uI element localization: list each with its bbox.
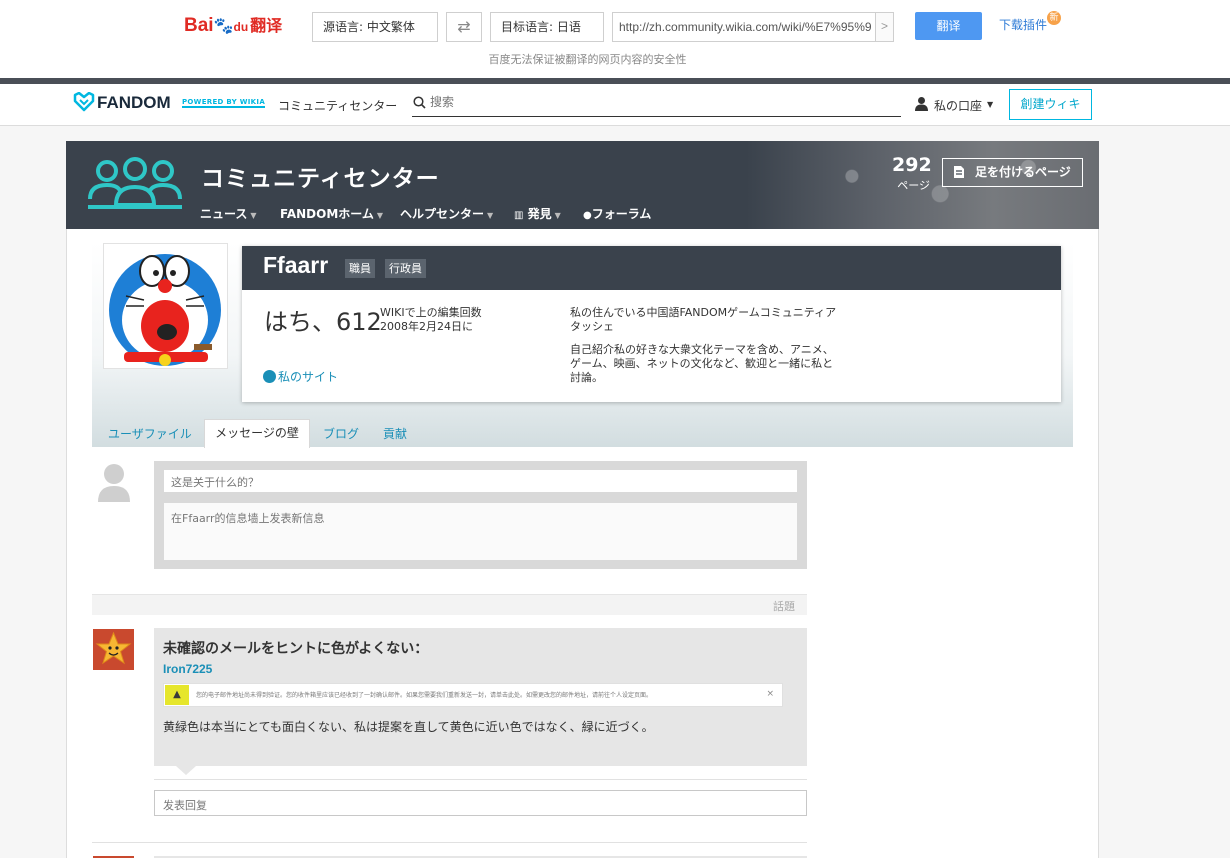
caret-down-icon: ▼ xyxy=(250,211,257,220)
swap-icon: ⇄ xyxy=(457,17,471,36)
search-icon[interactable] xyxy=(413,96,426,109)
community-people-icon[interactable] xyxy=(86,155,184,211)
nav-news[interactable]: ニュース ▼ xyxy=(200,205,257,222)
warning-icon: ▲ xyxy=(165,685,189,705)
url-input[interactable]: http://zh.community.wikia.com/wiki/%E7%9… xyxy=(612,12,894,42)
close-icon: × xyxy=(766,689,774,699)
message-title-input[interactable]: 这是关于什么的？ xyxy=(163,469,798,493)
baidu-fanyi-logo[interactable]: Bai🐾du 翻译 xyxy=(184,12,282,37)
nav-help-center[interactable]: ヘルプセンター ▼ xyxy=(400,205,493,222)
bio-about: 自己紹介私の好きな大衆文化テーマを含め、アニメ、ゲーム、映画、ネットの文化など、… xyxy=(570,343,834,384)
book-icon: ▥ xyxy=(514,210,524,221)
baidu-paw-icon: 🐾 xyxy=(213,18,234,35)
community-center-link[interactable]: コミュニティセンター xyxy=(278,97,397,114)
fandom-heart-icon[interactable] xyxy=(73,92,95,112)
page-add-icon xyxy=(954,166,964,178)
bio-location: 私の住んでいる中国語FANDOMゲームコミュニティアタッシェ xyxy=(570,306,837,333)
avatar[interactable] xyxy=(103,243,228,369)
chat-bubble-icon: ● xyxy=(583,210,592,221)
source-language-select[interactable]: 源语言: 中文繁体 xyxy=(312,12,438,42)
add-page-button[interactable]: 足を付けるページ xyxy=(942,158,1083,187)
caret-down-icon[interactable]: ▼ xyxy=(987,100,993,109)
wiki-title[interactable]: コミュニティセンター xyxy=(201,159,440,193)
tab-blog[interactable]: ブログ xyxy=(323,425,359,442)
username-bar: Ffaarr 職員 行政員 xyxy=(242,246,1061,290)
nav-forum[interactable]: ●フォーラム xyxy=(583,205,651,222)
my-site-link[interactable]: 私のサイト xyxy=(278,368,338,385)
user-icon[interactable] xyxy=(914,96,929,111)
powered-by-wikia: POWERED BY WIKIA xyxy=(182,98,266,108)
swap-languages-button[interactable]: ⇄ xyxy=(446,12,482,42)
account-menu[interactable]: 私の口座 xyxy=(934,97,982,114)
thread-author-avatar[interactable] xyxy=(93,629,134,670)
default-avatar-icon xyxy=(98,464,130,502)
search-input[interactable] xyxy=(430,95,890,109)
divider xyxy=(154,779,807,780)
website-icon xyxy=(263,370,276,383)
email-notice-screenshot: ▲ 您的电子邮件地址尚未得到验证。您的收件箱里应该已经收到了一封确认邮件。如果您… xyxy=(163,683,783,707)
translate-button[interactable]: 翻译 xyxy=(915,12,982,40)
nav-discover[interactable]: ▥ 発見 ▼ xyxy=(514,205,561,222)
create-wiki-button[interactable]: 創建ウィキ xyxy=(1009,89,1092,120)
reply-input[interactable]: 发表回复 xyxy=(154,790,807,816)
thread-author-link[interactable]: Iron7225 xyxy=(163,662,212,676)
download-plugin-link[interactable]: 下载插件 xyxy=(999,16,1047,33)
baidu-translate-bar: Bai🐾du 翻译 源语言: 中文繁体 ⇄ 目标语言: 日语 http://zh.… xyxy=(0,0,1230,80)
admin-tag: 行政員 xyxy=(385,259,426,278)
caret-down-icon: ▼ xyxy=(376,211,384,220)
notice-text: 您的电子邮件地址尚未得到验证。您的收件箱里应该已经收到了一封确认邮件。如果您需要… xyxy=(196,692,653,699)
divider xyxy=(92,842,807,843)
star-avatar-image xyxy=(93,629,134,670)
message-body-input[interactable]: 在Ffaarr的信息墙上发表新信息 xyxy=(163,502,798,561)
caret-down-icon: ▼ xyxy=(554,211,561,220)
wall-thread: 未確認のメールをヒントに色がよくない： Iron7225 ▲ 您的电子邮件地址尚… xyxy=(154,628,807,766)
wiki-header: コミュニティセンター ニュース ▼ FANDOMホーム ▼ ヘルプセンター ▼ ▥ 発… xyxy=(66,141,1099,229)
new-badge: 新 xyxy=(1047,11,1061,25)
username[interactable]: Ffaarr xyxy=(263,252,328,279)
staff-tag: 職員 xyxy=(345,259,375,278)
topic-bar: 話題 xyxy=(92,594,807,615)
caret-down-icon: ▼ xyxy=(487,211,494,220)
tab-user-profile[interactable]: ユーザファイル xyxy=(108,425,192,442)
fandom-global-nav: FANDOM POWERED BY WIKIA コミュニティセンター 私の口座 … xyxy=(0,84,1230,126)
edit-count-label: WIKIで上の編集回数 2008年2月24日に xyxy=(380,306,482,333)
thread-body: 黄緑色は本当にとても面白くない、私は提案を直して黄色に近い色ではなく、緑に近づく… xyxy=(163,720,654,734)
speech-notch xyxy=(176,766,196,775)
security-note: 百度无法保证被翻译的网页内容的安全性 xyxy=(488,53,687,66)
tab-contributions[interactable]: 貢献 xyxy=(383,425,407,442)
thread-title[interactable]: 未確認のメールをヒントに色がよくない： xyxy=(163,638,428,658)
fandom-wordmark[interactable]: FANDOM xyxy=(97,93,171,113)
nav-fandom-home[interactable]: FANDOMホーム ▼ xyxy=(280,205,383,222)
pages-label: ページ xyxy=(897,179,930,192)
doraemon-avatar-image xyxy=(109,254,221,366)
topic-link[interactable]: 話題 xyxy=(773,598,795,614)
edit-count: はち、612 xyxy=(264,308,382,336)
target-language-select[interactable]: 目标语言: 日语 xyxy=(490,12,604,42)
user-info-card: Ffaarr 職員 行政員 はち、612 WIKIで上の編集回数 2008年2月… xyxy=(242,246,1061,402)
chevron-right-icon[interactable]: > xyxy=(875,13,893,41)
tab-message-wall[interactable]: メッセージの壁 xyxy=(204,419,310,448)
page-count: 292 xyxy=(892,154,932,176)
